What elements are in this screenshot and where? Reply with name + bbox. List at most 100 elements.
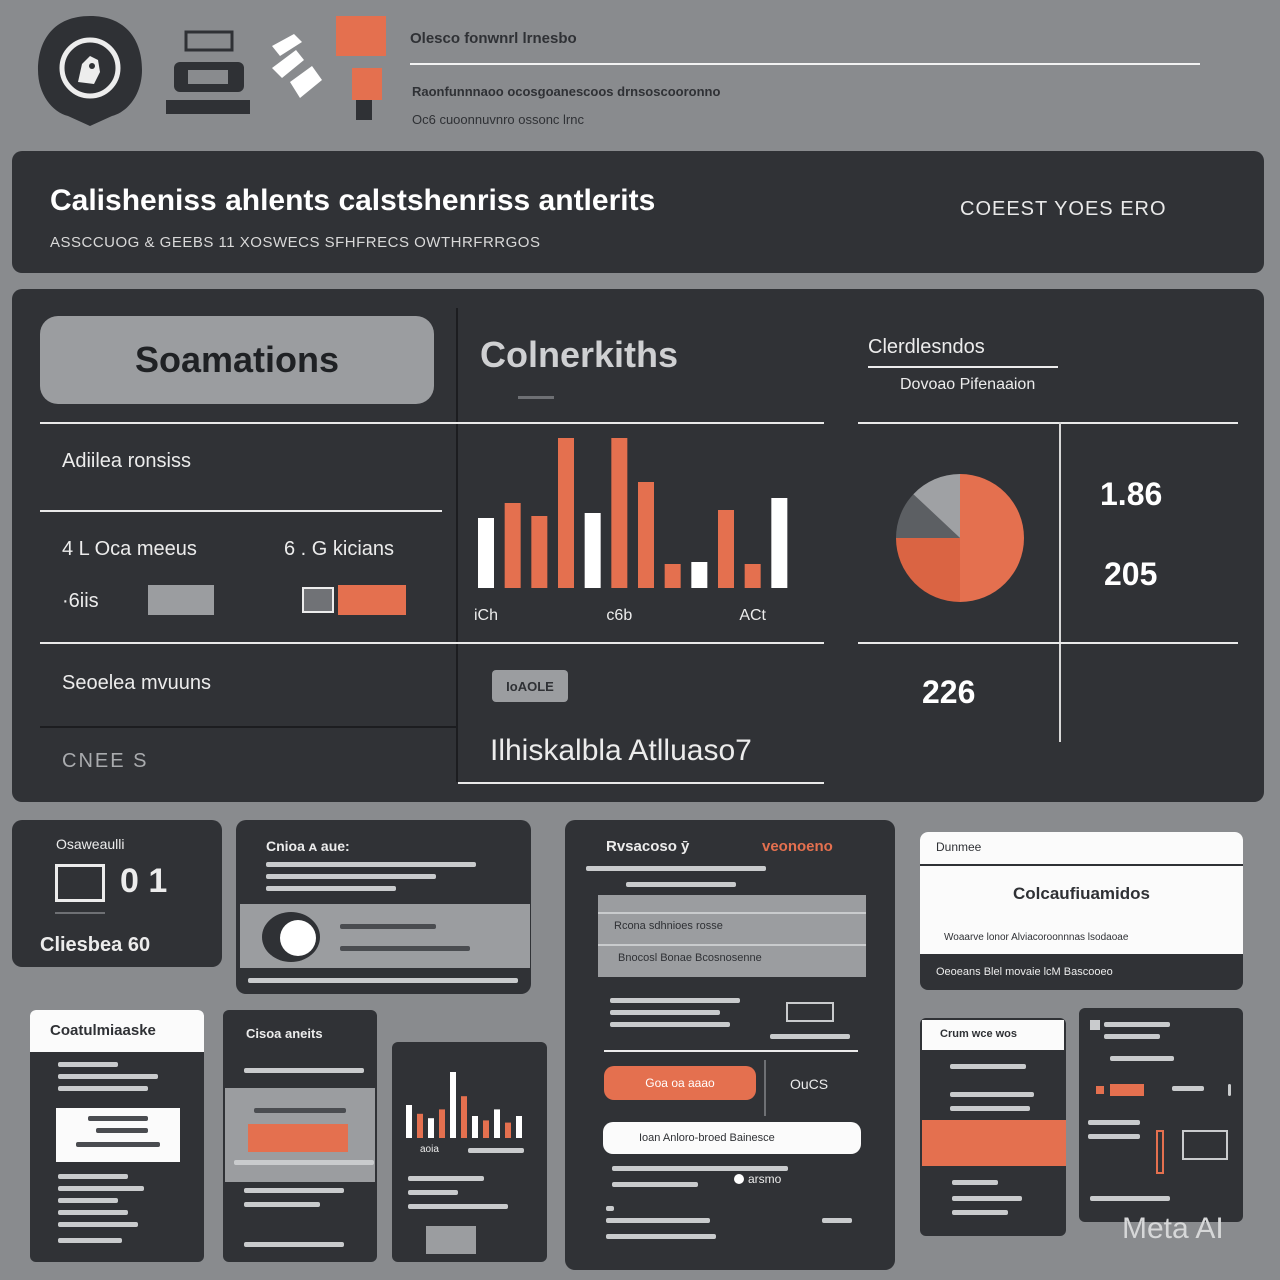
card-detail-text-line	[950, 1106, 1030, 1111]
avatar-inner	[280, 920, 316, 956]
card-settings-grid-icon	[1182, 1130, 1228, 1160]
card-list-highlight-row[interactable]	[248, 1124, 348, 1152]
card-form-text-line	[626, 882, 736, 887]
card-form-text-line	[822, 1218, 852, 1223]
card-form-button-divider	[764, 1060, 766, 1116]
card-list-text-line	[244, 1202, 320, 1207]
pie-panel-divider-top	[858, 422, 1238, 424]
mini-bar	[450, 1072, 456, 1138]
card-summary-heading: Colcaufiuamidos	[1013, 884, 1150, 903]
card-document-text-line	[58, 1086, 148, 1091]
bar-panel-divider-footer	[458, 782, 824, 784]
bar	[584, 513, 601, 588]
radio-icon[interactable]	[734, 1174, 744, 1184]
bar-panel-divider-bottom	[456, 642, 824, 644]
card-settings-text-line	[1088, 1120, 1140, 1125]
card-form-block	[598, 895, 866, 977]
search-input[interactable]: Ioan Anloro-broed Bainesce	[603, 1122, 861, 1154]
card-list-text-line	[244, 1242, 344, 1247]
left-row-4-label[interactable]: CNEE S	[62, 750, 262, 773]
card-list-panel-line	[254, 1108, 346, 1113]
pie-value-3: 226	[922, 674, 976, 710]
bar	[744, 564, 761, 588]
metric-2-checkbox-icon[interactable]	[302, 587, 334, 613]
search-input-value: Ioan Anloro-broed Bainesce	[639, 1132, 775, 1144]
pie-panel-vertical-divider	[1059, 422, 1061, 742]
top-subline-1: Raonfunnnaoo ocosgoanescoos drnsoscooron…	[412, 84, 721, 99]
card-profile-title: Cnioa ᴀ aue:	[266, 838, 350, 854]
primary-action-button-label: Goa oa aaao	[645, 1076, 715, 1090]
bar	[771, 498, 788, 588]
banner-title: Calisheniss ahlents calstshenriss antler…	[50, 184, 656, 217]
card-document-text-line	[58, 1222, 138, 1227]
secondary-action-link[interactable]: OuCS	[790, 1076, 850, 1092]
card-profile-text-line	[266, 886, 396, 891]
card-detail-highlight-row[interactable]	[922, 1120, 1066, 1166]
card-settings-slider[interactable]	[1156, 1130, 1164, 1174]
card-settings-text-line	[1172, 1086, 1204, 1091]
card-document-title: Coatulmiaaske	[50, 1022, 156, 1039]
card-detail-title: Crum wce wos	[940, 1028, 1018, 1040]
bar	[638, 482, 654, 588]
marker-stem-icon	[356, 100, 372, 120]
left-row-1-label[interactable]: Adiilea ronsiss	[62, 450, 362, 473]
card-document-text-line	[58, 1198, 118, 1203]
mini-bar	[461, 1096, 467, 1138]
card-settings-toggle[interactable]	[1110, 1084, 1144, 1096]
card-form-row-1[interactable]: Rcona sdhnioes rosse	[614, 920, 854, 932]
bar-panel-badge[interactable]: IoAOLE	[492, 670, 568, 702]
card-list-text-line	[244, 1068, 364, 1073]
bar	[531, 516, 548, 588]
card-document-inset-line	[88, 1116, 148, 1121]
card-document-text-line	[58, 1238, 122, 1243]
card-form-text-line	[612, 1182, 698, 1187]
stations-button[interactable]: Soamations	[40, 316, 434, 404]
card-settings-text-line	[1228, 1084, 1231, 1096]
left-row-3-label[interactable]: Seoelea mvuuns	[62, 672, 362, 695]
bar-tick-label: ACt	[739, 607, 766, 624]
card-detail-text-line	[950, 1092, 1034, 1097]
mini-bar	[406, 1105, 412, 1138]
card-detail-text-line	[952, 1180, 998, 1185]
card-summary-title: Dunmee	[936, 840, 982, 854]
card-document-text-line	[58, 1074, 158, 1079]
card-form-text-line	[606, 1218, 710, 1223]
card-form-row-2[interactable]: Bnocosl Bonae Bcosnosenne	[618, 952, 858, 964]
card-summary-row-2: Oeoeans Blel movaie lcM Bascooeo	[936, 966, 1113, 978]
card-form-text-line	[612, 1166, 788, 1171]
card-list-title: Cisoa aneits	[246, 1026, 323, 1041]
mini-chart-text-line	[408, 1176, 484, 1181]
card-form-text-line	[610, 1010, 720, 1015]
primary-action-button[interactable]: Goa oa aaao	[604, 1066, 756, 1100]
mini-bar	[439, 1109, 445, 1138]
card-list-text-line	[244, 1188, 344, 1193]
card-form-text-line	[610, 1022, 730, 1027]
card-list-text-line	[234, 1160, 374, 1165]
card-form-block-divider	[598, 944, 866, 946]
card-document-inset-line	[76, 1142, 160, 1147]
card-counter-title: Osaweaulli	[56, 836, 125, 852]
tools-icon	[266, 32, 326, 104]
mini-bar	[417, 1113, 423, 1138]
top-divider	[410, 63, 1200, 65]
card-detail-text-line	[952, 1210, 1008, 1215]
main-col-divider-1	[456, 308, 458, 782]
left-divider-2	[40, 510, 442, 512]
card-form-text-line	[610, 998, 740, 1003]
card-detail-text-line	[952, 1196, 1022, 1201]
card-form-footer: arsmo	[748, 1172, 782, 1186]
bar-chart: iCh ᴄ6b ACt	[474, 438, 788, 624]
bar-panel-title: Colnerkiths	[480, 334, 679, 375]
pie-panel-title-underline	[868, 366, 1058, 368]
mini-chart-label: aoia	[420, 1144, 439, 1155]
card-document-text-line	[58, 1210, 128, 1215]
card-document-text-line	[58, 1174, 128, 1179]
left-metric-2: 6 . G kicians	[284, 538, 395, 560]
card-settings-text-line	[1104, 1022, 1170, 1027]
mini-chart-button[interactable]	[426, 1226, 476, 1254]
marker-icon	[352, 68, 382, 100]
card-settings	[1079, 1008, 1243, 1222]
bar	[611, 438, 628, 588]
stations-button-label: Soamations	[134, 339, 340, 380]
bar-panel-title-underline	[518, 396, 554, 399]
